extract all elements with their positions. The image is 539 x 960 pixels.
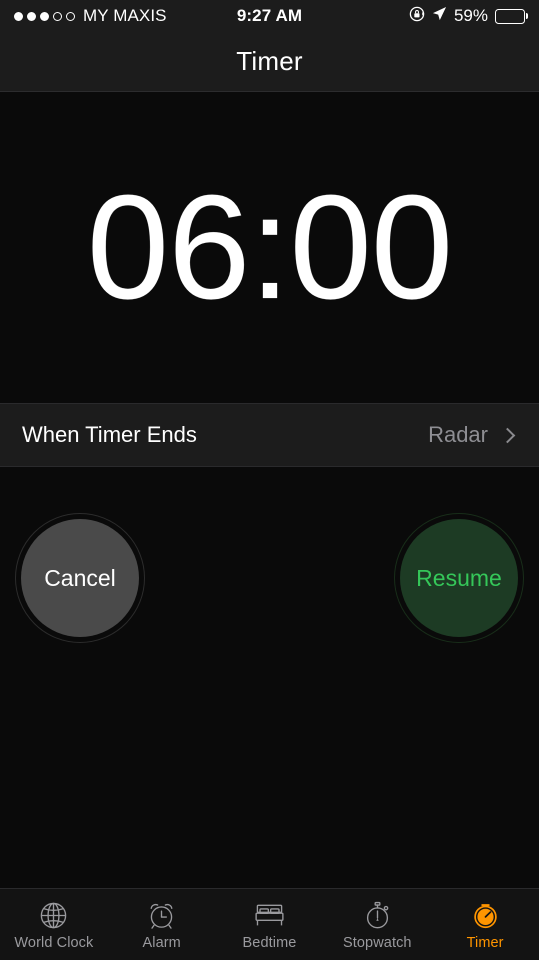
timer-display: 06:00: [0, 92, 539, 403]
navigation-bar: Timer: [0, 32, 539, 92]
stopwatch-icon: [360, 898, 394, 932]
signal-dot-5: [66, 11, 75, 21]
signal-dot-1: [14, 11, 23, 21]
alarm-sound-value: Radar: [428, 422, 488, 447]
tab-label-world-clock: World Clock: [14, 935, 94, 951]
chevron-right-icon: [499, 427, 516, 443]
tab-label-alarm: Alarm: [142, 935, 181, 951]
status-bar-left: MY MAXIS: [14, 6, 167, 26]
tab-bedtime[interactable]: Bedtime: [216, 889, 324, 960]
signal-dot-4: [53, 11, 62, 21]
tab-timer[interactable]: Timer: [431, 889, 539, 960]
globe-icon: [37, 898, 71, 932]
bed-icon: [252, 898, 286, 932]
carrier-name: MY MAXIS: [83, 6, 167, 25]
timer-icon: [468, 898, 502, 932]
battery-percentage: 59%: [453, 6, 488, 25]
alarm-clock-icon: [145, 898, 179, 932]
signal-dot-2: [27, 11, 36, 21]
resume-button[interactable]: Resume: [394, 513, 524, 643]
timer-controls: Cancel Resume: [0, 467, 539, 888]
timer-screen: MY MAXIS 9:27 AM 59% Timer 06:00 When Ti…: [0, 0, 539, 960]
cancel-button-label: Cancel: [44, 564, 116, 591]
when-timer-ends-label: When Timer Ends: [22, 422, 197, 447]
timer-countdown-value: 06:00: [86, 164, 454, 330]
tab-world-clock[interactable]: World Clock: [0, 889, 108, 960]
tab-label-stopwatch: Stopwatch: [342, 935, 412, 951]
status-bar-right: 59%: [409, 6, 525, 27]
signal-strength-dots: [14, 11, 75, 21]
location-arrow-icon: [432, 6, 447, 26]
tab-stopwatch[interactable]: Stopwatch: [323, 889, 431, 960]
resume-button-label: Resume: [416, 564, 502, 591]
tab-alarm[interactable]: Alarm: [108, 889, 216, 960]
status-bar: MY MAXIS 9:27 AM 59%: [0, 0, 539, 32]
signal-dot-3: [40, 11, 49, 21]
when-timer-ends-value-group: Radar: [428, 422, 517, 448]
page-title: Timer: [236, 46, 303, 76]
tab-bar: World Clock Alarm Bedtime Stopwatch Time…: [0, 888, 539, 960]
tab-label-bedtime: Bedtime: [242, 935, 297, 951]
battery-icon: [495, 8, 525, 24]
when-timer-ends-row[interactable]: When Timer Ends Radar: [0, 403, 539, 467]
cancel-button[interactable]: Cancel: [15, 513, 145, 643]
tab-label-timer: Timer: [466, 935, 504, 951]
rotation-lock-icon: [409, 6, 425, 27]
